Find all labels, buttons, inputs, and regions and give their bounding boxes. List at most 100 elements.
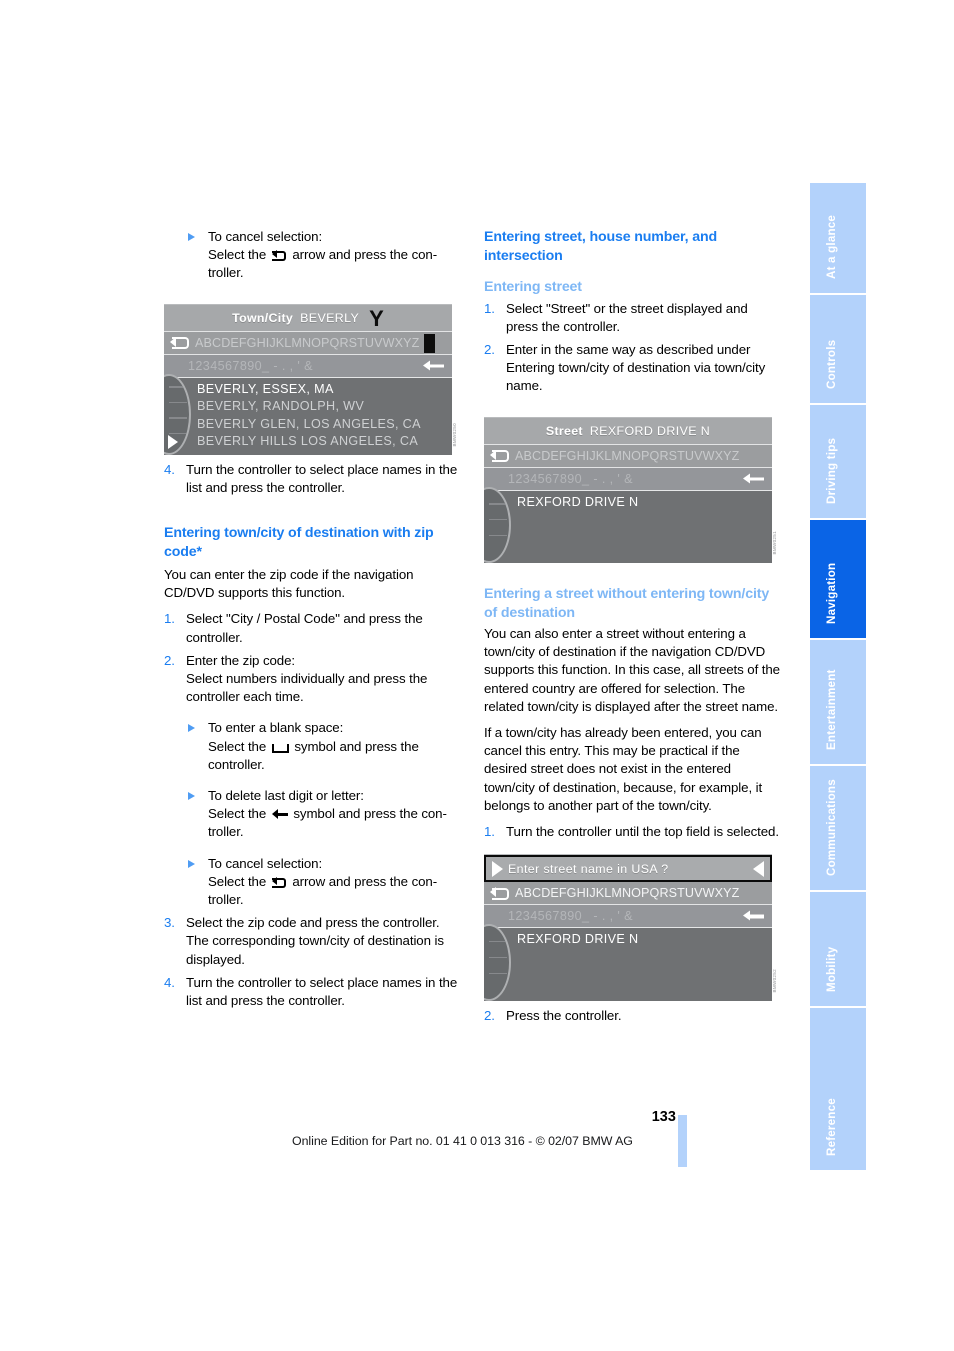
- screen-number-keyboard-row[interactable]: 1234567890_ - . , ' &: [484, 905, 772, 929]
- page-number: 133: [651, 1109, 676, 1125]
- screen-alpha-keyboard-row[interactable]: ABCDEFGHIJKLMNOPQRSTUVWXYZ: [484, 444, 772, 468]
- footer-copyright-note: Online Edition for Part no. 01 41 0 013 …: [292, 1134, 633, 1148]
- delete-arrow-icon[interactable]: [743, 910, 764, 922]
- screen-number-keyboard-row[interactable]: 1234567890_ - . , ' &: [164, 354, 452, 378]
- cancel-selection-bullet: To cancel selection: Select the arrow an…: [164, 228, 460, 283]
- section-heading-zip-code: Entering town/city of destination with z…: [164, 525, 434, 560]
- tab-label: Mobility: [825, 946, 838, 992]
- back-arrow-icon[interactable]: [490, 887, 509, 900]
- delete-arrow-icon[interactable]: [743, 473, 764, 484]
- step-number: 3.: [164, 915, 175, 931]
- tab-mobility[interactable]: Mobility: [810, 892, 866, 1006]
- step-item: 4. Turn the controller to select place n…: [164, 461, 460, 497]
- list-empty-space: [484, 543, 772, 559]
- screen-result-list[interactable]: REXFORD DRIVE N: [484, 924, 772, 1001]
- list-item[interactable]: REXFORD DRIVE N: [484, 494, 772, 512]
- tab-at-a-glance[interactable]: At a glance: [810, 183, 866, 293]
- list-item[interactable]: BEVERLY HILLS LOS ANGELES, CA: [164, 433, 452, 451]
- screen-number-keyboard-row[interactable]: 1234567890_ - . , ' &: [484, 467, 772, 491]
- step-text: Select "City / Postal Code" and press th…: [186, 611, 423, 645]
- number-characters[interactable]: 1234567890_ - . , ' &: [508, 909, 633, 923]
- number-characters[interactable]: 1234567890_ - . , ' &: [188, 359, 313, 373]
- list-empty-space: [484, 527, 772, 543]
- step-item: 2. Enter in the same way as described un…: [484, 341, 780, 396]
- screen-cursor-char: Y: [369, 305, 384, 331]
- list-item[interactable]: BEVERLY, RANDOLPH, WV: [164, 398, 452, 416]
- delete-arrow-icon[interactable]: [423, 360, 444, 371]
- alpha-characters[interactable]: ABCDEFGHIJKLMNOPQRSTUVWXYZ: [195, 336, 419, 350]
- thumb-index-tabs: At a glance Controls Driving tips Naviga…: [810, 183, 866, 1172]
- arrow-right-icon[interactable]: [492, 860, 503, 877]
- scroll-down-triangle-icon[interactable]: [168, 434, 178, 449]
- bullet-line-3: troller.: [208, 892, 244, 908]
- step-text-line-1: Enter the zip code:: [186, 652, 295, 668]
- step-item: 4. Turn the controller to select place n…: [164, 974, 460, 1010]
- bullet-line-2-post: symbol and press the: [294, 738, 419, 754]
- alpha-characters[interactable]: ABCDEFGHIJKLMNOPQRSTUVWXYZ: [515, 886, 739, 900]
- bullet-line-3: troller.: [208, 265, 244, 281]
- step-text: Turn the controller until the top field …: [506, 824, 779, 840]
- bullet-line-3: controller.: [208, 756, 265, 772]
- manual-page: To cancel selection: Select the arrow an…: [0, 0, 954, 1351]
- list-item[interactable]: REXFORD DRIVE N: [484, 931, 772, 949]
- screen-result-list[interactable]: BEVERLY, ESSEX, MA BEVERLY, RANDOLPH, WV…: [164, 373, 452, 455]
- step-number: 4.: [164, 974, 175, 990]
- figure-street-screen: Street REXFORD DRIVE N ABCDEFGHIJKLMNOPQ…: [484, 416, 780, 564]
- screen-prompt-text: Enter street name in USA ?: [508, 861, 669, 876]
- figure-country-prompt-screen: Enter street name in USA ? ABCDEFGHIJKLM…: [484, 854, 780, 1001]
- tab-label: Controls: [825, 339, 838, 389]
- step-text-line-2: Select numbers individually and press th…: [186, 671, 428, 705]
- list-item[interactable]: BEVERLY, ESSEX, MA: [164, 381, 452, 399]
- alpha-cursor-highlight: [424, 333, 435, 353]
- bullet-line-3: troller.: [208, 824, 244, 840]
- back-arrow-icon[interactable]: [490, 449, 509, 463]
- figure-reference-code: BMW0251: [772, 531, 777, 556]
- screen-alpha-keyboard-row[interactable]: ABCDEFGHIJKLMNOPQRSTUVWXYZ: [164, 331, 452, 355]
- screen-result-list[interactable]: REXFORD DRIVE N: [484, 486, 772, 564]
- blank-space-bullet: To enter a blank space: Select the symbo…: [164, 719, 460, 774]
- tab-controls[interactable]: Controls: [810, 295, 866, 403]
- list-empty-space: [484, 981, 772, 997]
- tab-reference[interactable]: Reference: [810, 1008, 866, 1170]
- triangle-bullet-icon: [186, 855, 208, 910]
- step-number: 2.: [164, 652, 175, 668]
- bullet-line-2-pre: Select the: [208, 247, 267, 263]
- subsection-heading-entering-street: Entering street: [484, 279, 582, 295]
- screen-alpha-keyboard-row[interactable]: ABCDEFGHIJKLMNOPQRSTUVWXYZ: [484, 882, 772, 906]
- subsection-heading-without-town: Entering a street without entering town/…: [484, 586, 770, 621]
- tab-entertainment[interactable]: Entertainment: [810, 640, 866, 764]
- step-text: Turn the controller to select place name…: [186, 974, 458, 1009]
- without-paragraph-1: You can also enter a street without ente…: [484, 626, 780, 714]
- list-empty-space: [484, 511, 772, 527]
- back-arrow-icon: [271, 250, 287, 262]
- mmi-screen: Town/City BEVERLY Y ABCDEFGHIJKLMNOPQRST…: [164, 303, 452, 455]
- list-item[interactable]: BEVERLY GLEN, LOS ANGELES, CA: [164, 416, 452, 434]
- section-heading-street: Entering street, house number, and inter…: [484, 229, 717, 264]
- screen-prompt-row[interactable]: Enter street name in USA ?: [484, 855, 772, 883]
- triangle-bullet-icon: [186, 787, 208, 842]
- mmi-screen: Enter street name in USA ? ABCDEFGHIJKLM…: [484, 854, 772, 1001]
- triangle-bullet-icon: [186, 228, 208, 283]
- back-arrow-icon[interactable]: [170, 336, 189, 350]
- tab-communications[interactable]: Communications: [810, 766, 866, 890]
- tab-driving-tips[interactable]: Driving tips: [810, 405, 866, 518]
- alpha-characters[interactable]: ABCDEFGHIJKLMNOPQRSTUVWXYZ: [515, 449, 739, 463]
- back-arrow-icon: [271, 876, 287, 888]
- space-bar-icon: [271, 743, 289, 753]
- tab-label: Entertainment: [825, 669, 838, 750]
- number-characters[interactable]: 1234567890_ - . , ' &: [508, 472, 633, 486]
- step-number: 2.: [484, 341, 495, 357]
- arrow-left-icon[interactable]: [753, 860, 764, 877]
- left-column: To cancel selection: Select the arrow an…: [164, 228, 460, 1015]
- zip-intro-paragraph: You can enter the zip code if the naviga…: [164, 567, 414, 601]
- bullet-line-1: To cancel selection:: [208, 229, 323, 244]
- bullet-line-1: To enter a blank space:: [208, 720, 344, 736]
- bullet-line-2-post: arrow and press the con-: [292, 247, 438, 263]
- screen-field-label: Town/City: [232, 310, 294, 325]
- tab-navigation[interactable]: Navigation: [810, 520, 866, 638]
- tab-label: Navigation: [825, 562, 838, 624]
- tab-label: At a glance: [825, 214, 838, 279]
- step-item: 3. Select the zip code and press the con…: [164, 914, 460, 969]
- tab-label: Reference: [825, 1098, 838, 1156]
- step-number: 1.: [484, 824, 495, 840]
